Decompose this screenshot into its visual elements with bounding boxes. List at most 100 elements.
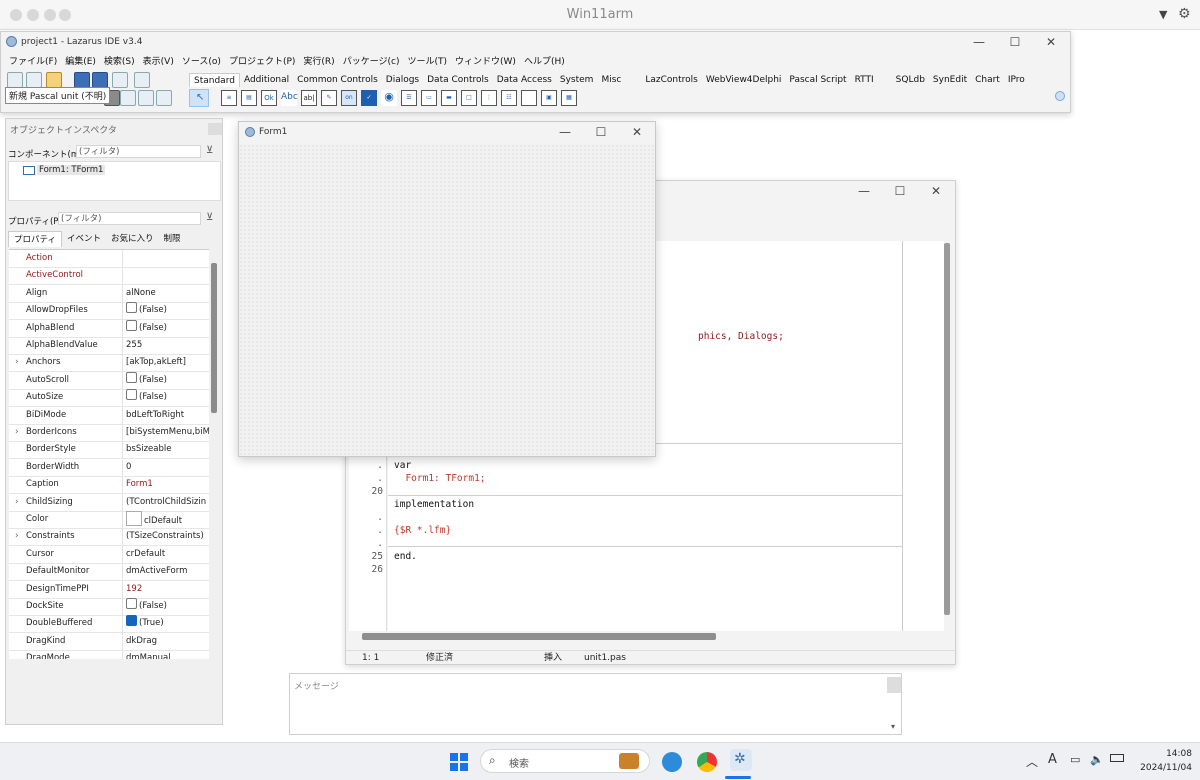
windows-start-icon[interactable] (450, 753, 468, 771)
property-value[interactable]: dkDrag (126, 633, 209, 650)
form1-maximize-icon[interactable]: ☐ (583, 122, 619, 142)
menu-run[interactable]: 実行(R) (299, 54, 338, 68)
speaker-icon[interactable]: 🔈 (1090, 753, 1104, 766)
editor-horizontal-scrollbar[interactable] (362, 633, 716, 640)
property-row[interactable]: DesignTimePPI 192 (9, 580, 209, 599)
menu-project[interactable]: プロジェクト(P) (225, 54, 299, 68)
menu-source[interactable]: ソース(o) (178, 54, 225, 68)
clock-time[interactable]: 14:08 (1148, 749, 1192, 759)
tmainmenu-icon[interactable]: ≡ (221, 90, 237, 106)
property-row[interactable]: DragMode dmManual (9, 650, 209, 659)
editor-minimize-icon[interactable]: — (846, 181, 882, 201)
property-row[interactable]: BiDiMode bdLeftToRight (9, 406, 209, 425)
property-row[interactable]: ActiveControl (9, 267, 209, 286)
property-row[interactable]: Action (9, 250, 209, 268)
tab-synedit[interactable]: SynEdit (929, 73, 971, 87)
property-row[interactable]: DockSite (False) (9, 598, 209, 616)
tab-lazcontrols[interactable]: LazControls (641, 73, 701, 87)
checkbox-icon[interactable] (126, 598, 137, 609)
tab-sqldb[interactable]: SQLdb (892, 73, 929, 87)
tradiogroup-icon[interactable]: ⋮ (481, 90, 497, 106)
menu-package[interactable]: パッケージ(c) (339, 54, 404, 68)
property-row[interactable]: Color clDefault (9, 511, 209, 529)
property-row[interactable]: › BorderIcons [biSystemMenu,biM (9, 424, 209, 442)
scroll-down-icon[interactable]: ▾ (891, 722, 895, 731)
property-row[interactable]: AlphaBlend (False) (9, 319, 209, 338)
selection-pointer-icon[interactable]: ↖ (189, 89, 209, 107)
menu-help[interactable]: ヘルプ(H) (520, 54, 569, 68)
property-value[interactable]: dmActiveForm (126, 563, 209, 580)
step-out-icon[interactable] (156, 90, 172, 106)
toggle-form-unit-icon[interactable] (112, 72, 128, 88)
inspector-close-icon[interactable] (208, 123, 222, 135)
property-value[interactable]: 255 (126, 337, 209, 354)
tab-data-controls[interactable]: Data Controls (423, 73, 493, 87)
tab-ipro[interactable]: IPro (1004, 73, 1029, 87)
maximize-icon[interactable]: ☐ (997, 32, 1033, 52)
menu-window[interactable]: ウィンドウ(W) (451, 54, 520, 68)
display-icon[interactable]: ▭ (1070, 753, 1080, 766)
property-filter-input[interactable]: (フィルタ) (58, 212, 201, 225)
property-row[interactable]: Cursor crDefault (9, 545, 209, 564)
tab-misc[interactable]: Misc (597, 73, 625, 87)
form1-design-surface[interactable] (239, 144, 655, 456)
ttogglebox-icon[interactable]: on (341, 90, 357, 106)
tab-system[interactable]: System (556, 73, 598, 87)
tmemo-icon[interactable]: ✎ (321, 90, 337, 106)
tab-favorites[interactable]: お気に入り (106, 231, 159, 247)
gear-icon[interactable]: ⚙ (1178, 6, 1191, 22)
tab-additional[interactable]: Additional (240, 73, 293, 87)
property-row[interactable]: Align alNone (9, 284, 209, 303)
property-value[interactable]: (TControlChildSizin (126, 494, 209, 511)
tab-properties[interactable]: プロパティ (8, 231, 62, 247)
tab-pascal-script[interactable]: Pascal Script (785, 73, 850, 87)
tlistbox-icon[interactable]: ☰ (401, 90, 417, 106)
tgroupbox-icon[interactable]: □ (461, 90, 477, 106)
palette-scroll-icon[interactable] (1055, 91, 1065, 101)
clock-date[interactable]: 2024/11/04 (1128, 763, 1192, 773)
menu-view[interactable]: 表示(V) (139, 54, 178, 68)
tframe-icon[interactable]: ▣ (541, 90, 557, 106)
step-into-icon[interactable] (120, 90, 136, 106)
chevron-right-icon[interactable]: › (15, 528, 19, 545)
property-value[interactable]: [biSystemMenu,biM (126, 424, 209, 441)
property-value[interactable]: (True) (126, 615, 209, 632)
inspector-scrollbar[interactable] (211, 263, 217, 413)
tab-standard[interactable]: Standard (189, 73, 240, 87)
property-value[interactable]: bdLeftToRight (126, 407, 209, 424)
property-row[interactable]: BorderWidth 0 (9, 458, 209, 477)
chevron-right-icon[interactable]: › (15, 354, 19, 371)
property-row[interactable]: › Constraints (TSizeConstraints) (9, 528, 209, 547)
editor-maximize-icon[interactable]: ☐ (882, 181, 918, 201)
tbutton-icon[interactable]: Ok (261, 90, 277, 106)
close-icon[interactable]: ✕ (1033, 32, 1069, 52)
tradiobutton-icon[interactable]: ◉ (381, 90, 397, 106)
tscrollbar-icon[interactable]: ▬ (441, 90, 457, 106)
chevron-up-icon[interactable]: ︿ (1026, 753, 1038, 770)
property-value[interactable]: clDefault (126, 511, 209, 530)
tpopupmenu-icon[interactable]: ▤ (241, 90, 257, 106)
property-value[interactable]: (False) (126, 598, 209, 615)
clear-filter-icon[interactable]: ⊻ (206, 145, 213, 156)
tcheckgroup-icon[interactable]: ☷ (501, 90, 517, 106)
form1-minimize-icon[interactable]: — (547, 122, 583, 142)
ime-indicator[interactable]: A (1048, 752, 1057, 767)
tlabel-icon[interactable]: Abc (281, 90, 298, 106)
tab-restricted[interactable]: 制限 (159, 231, 186, 247)
property-value[interactable]: Form1 (126, 476, 209, 493)
menu-search[interactable]: 検索(S) (100, 54, 139, 68)
tab-dialogs[interactable]: Dialogs (382, 73, 423, 87)
checkbox-icon[interactable] (126, 389, 137, 401)
property-row[interactable]: › Anchors [akTop,akLeft] (9, 354, 209, 373)
component-filter-input[interactable]: (フィルタ) (76, 145, 201, 158)
lazarus-taskbar-icon[interactable]: ✲ (730, 749, 752, 771)
property-value[interactable]: (False) (126, 319, 209, 337)
property-row[interactable]: BorderStyle bsSizeable (9, 441, 209, 460)
property-value[interactable]: 192 (126, 581, 209, 598)
new-form-icon[interactable] (26, 72, 42, 88)
property-value[interactable]: (False) (126, 371, 209, 389)
property-value[interactable]: (False) (126, 302, 209, 319)
property-value[interactable]: dmManual (126, 650, 209, 659)
tab-data-access[interactable]: Data Access (493, 73, 556, 87)
tab-events[interactable]: イベント (62, 231, 106, 247)
